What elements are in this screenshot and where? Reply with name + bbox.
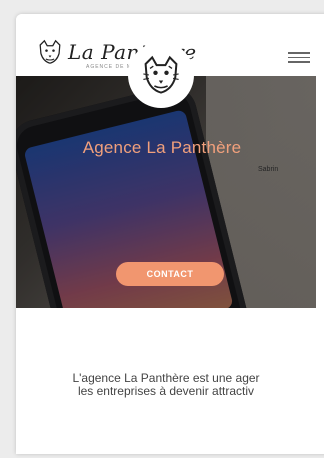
panther-logo-icon <box>143 55 179 94</box>
hero-badge <box>128 42 194 108</box>
hero-title: Agence La Panthère <box>82 138 242 157</box>
contact-button[interactable]: CONTACT <box>116 262 224 286</box>
intro-line-2: les entreprises à devenir attractiv <box>77 384 255 398</box>
panther-logo-icon[interactable] <box>36 38 64 66</box>
intro-text: L'agence La Panthère est une ager les en… <box>0 372 324 398</box>
hamburger-menu-icon[interactable] <box>288 52 310 66</box>
